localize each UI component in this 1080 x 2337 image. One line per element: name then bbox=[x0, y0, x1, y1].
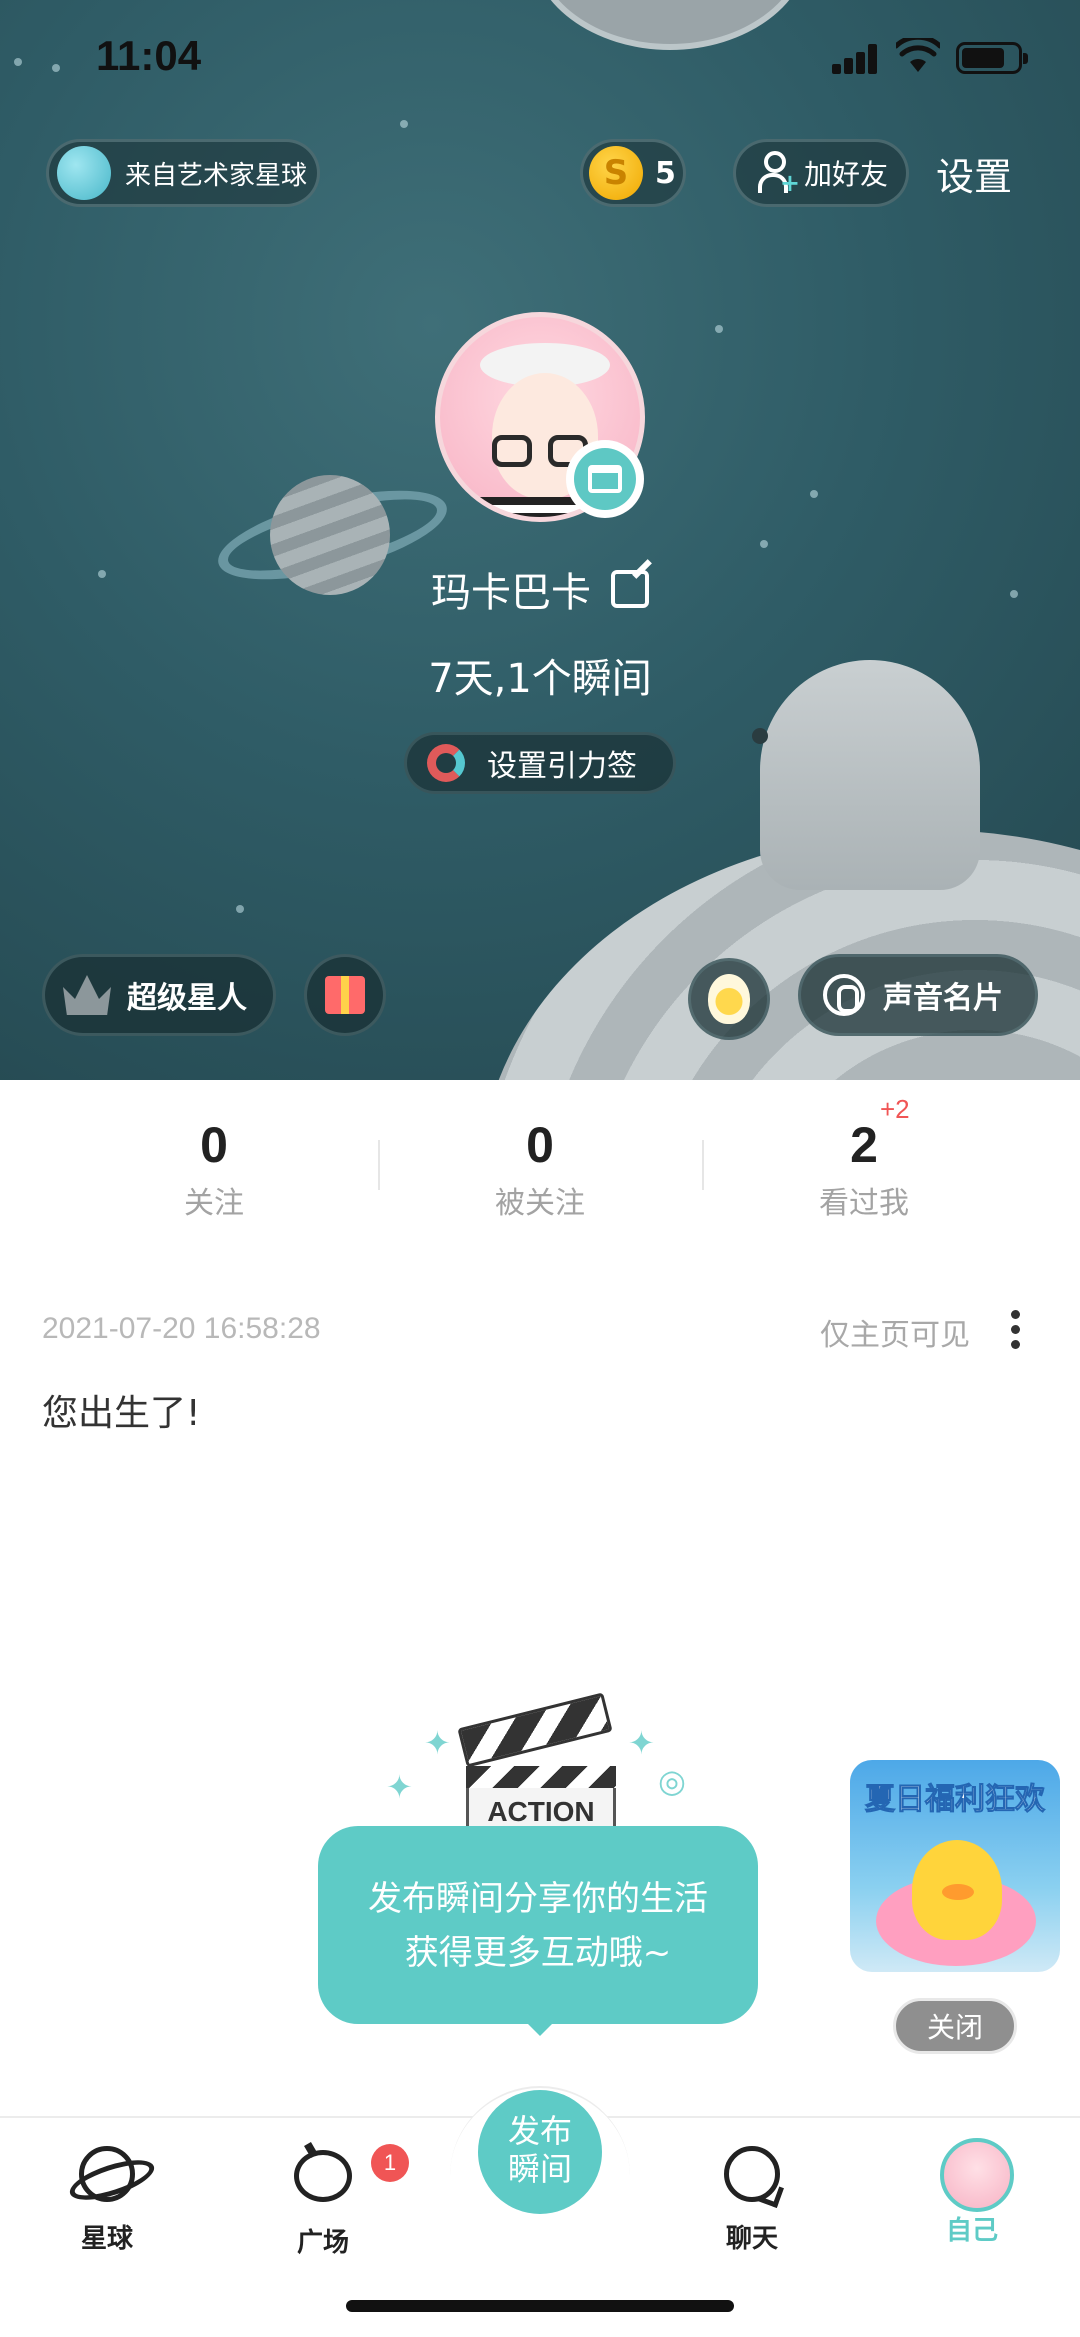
edit-icon[interactable] bbox=[611, 570, 649, 608]
star-decoration bbox=[760, 540, 768, 548]
nav-square[interactable]: 1 广场 bbox=[253, 2142, 409, 2259]
publish-tip-line1: 发布瞬间分享你的生活 bbox=[368, 1879, 708, 1919]
nav-self-label: 自己 bbox=[945, 2216, 998, 2246]
post-timestamp: 2021-07-20 16:58:28 bbox=[42, 1312, 321, 1345]
home-indicator[interactable] bbox=[346, 2300, 734, 2312]
publish-tip-line2: 获得更多互动哦~ bbox=[404, 1933, 672, 1973]
profile-hero: 11:04 来自艺术家星球 S 5 + 加好友 设置 玛卡巴卡 7天,1个瞬间 … bbox=[0, 0, 1080, 1080]
clapper-text: ACTION bbox=[487, 1796, 595, 1827]
publish-tip-bubble[interactable]: 发布瞬间分享你的生活 获得更多互动哦~ bbox=[318, 1826, 758, 2024]
sparkle-icon: ✦ bbox=[386, 1768, 413, 1806]
profile-stats-line: 7天,1个瞬间 bbox=[428, 656, 652, 702]
gravity-tag-button[interactable]: 设置引力签 bbox=[404, 732, 676, 794]
more-icon[interactable] bbox=[1008, 1308, 1022, 1352]
square-badge: 1 bbox=[371, 2144, 409, 2182]
planet-icon bbox=[79, 2146, 135, 2202]
star-decoration bbox=[236, 905, 244, 913]
voice-icon bbox=[823, 974, 865, 1016]
super-star-button[interactable]: 超级星人 bbox=[42, 954, 276, 1036]
summer-promo-card[interactable]: 夏日福利狂欢 bbox=[850, 1760, 1060, 1972]
chat-icon bbox=[724, 2146, 780, 2202]
star-decoration bbox=[400, 120, 408, 128]
magnet-icon bbox=[427, 744, 465, 782]
post-visibility: 仅主页可见 bbox=[820, 1318, 970, 1353]
promo-title: 夏日福利狂欢 bbox=[865, 1782, 1046, 1818]
promo-close-button[interactable]: 关闭 bbox=[893, 1998, 1017, 2054]
gravity-tag-label: 设置引力签 bbox=[487, 749, 637, 784]
following-counter[interactable]: 0 关注 bbox=[114, 1116, 314, 1222]
origin-planet-button[interactable]: 来自艺术家星球 bbox=[46, 139, 320, 207]
square-icon bbox=[294, 2150, 352, 2202]
publish-label-line1: 发布 bbox=[507, 2112, 572, 2150]
sparkle-icon: ◎ bbox=[658, 1762, 686, 1800]
egg-button[interactable] bbox=[688, 958, 770, 1040]
shop-badge-button[interactable] bbox=[566, 440, 644, 518]
origin-label: 来自艺术家星球 bbox=[125, 160, 308, 191]
followers-label: 被关注 bbox=[495, 1186, 585, 1221]
followers-counter[interactable]: 0 被关注 bbox=[440, 1116, 640, 1222]
status-time: 11:04 bbox=[96, 32, 202, 79]
viewed-me-counter[interactable]: 2 看过我 bbox=[764, 1116, 964, 1222]
star-decoration bbox=[715, 325, 723, 333]
add-friend-icon: + bbox=[758, 151, 800, 197]
self-avatar bbox=[940, 2138, 1014, 2212]
nav-planet[interactable]: 星球 bbox=[37, 2142, 177, 2255]
ghost-eye-decoration bbox=[752, 728, 768, 744]
followers-count: 0 bbox=[526, 1117, 554, 1173]
nav-chat-label: 聊天 bbox=[725, 2224, 778, 2254]
coin-icon: S bbox=[589, 146, 643, 200]
battery-icon bbox=[956, 42, 1028, 74]
signal-icon bbox=[832, 44, 880, 74]
crown-icon bbox=[63, 975, 111, 1015]
viewed-me-label: 看过我 bbox=[819, 1186, 909, 1221]
super-star-label: 超级星人 bbox=[127, 981, 247, 1016]
following-label: 关注 bbox=[184, 1186, 244, 1221]
nav-chat[interactable]: 聊天 bbox=[682, 2142, 822, 2255]
post-text: 您出生了! bbox=[42, 1393, 201, 1434]
globe-icon bbox=[57, 146, 111, 200]
add-friend-label: 加好友 bbox=[804, 158, 889, 191]
coin-count: 5 bbox=[655, 155, 676, 191]
divider bbox=[378, 1140, 380, 1190]
wifi-icon bbox=[896, 38, 940, 72]
voice-card-label: 声音名片 bbox=[883, 981, 1003, 1016]
nav-square-label: 广场 bbox=[296, 2228, 349, 2258]
status-bar: 11:04 bbox=[0, 0, 1080, 120]
coin-balance-button[interactable]: S 5 bbox=[580, 139, 686, 207]
publish-moment-button[interactable]: 发布 瞬间 bbox=[478, 2090, 602, 2214]
username-row: 玛卡巴卡 bbox=[0, 560, 1080, 618]
viewed-me-count: 2 bbox=[850, 1117, 878, 1173]
publish-label-line2: 瞬间 bbox=[507, 2150, 572, 2188]
gift-button[interactable] bbox=[304, 954, 386, 1036]
nav-planet-label: 星球 bbox=[80, 2224, 133, 2254]
username: 玛卡巴卡 bbox=[431, 570, 591, 616]
nav-self[interactable]: 自己 bbox=[902, 2138, 1042, 2247]
viewed-me-badge: +2 bbox=[880, 1094, 910, 1124]
voice-card-button[interactable]: 声音名片 bbox=[798, 954, 1038, 1036]
profile-counters: 0 关注 0 被关注 2 看过我 +2 bbox=[0, 1080, 1080, 1240]
settings-button[interactable]: 设置 bbox=[936, 146, 1012, 201]
gift-icon bbox=[325, 976, 365, 1014]
following-count: 0 bbox=[200, 1117, 228, 1173]
bubble-tail bbox=[524, 2020, 556, 2036]
divider bbox=[702, 1140, 704, 1190]
egg-icon bbox=[708, 974, 750, 1024]
star-decoration bbox=[810, 490, 818, 498]
shop-icon bbox=[588, 465, 622, 493]
add-friend-button[interactable]: + 加好友 bbox=[733, 139, 909, 207]
